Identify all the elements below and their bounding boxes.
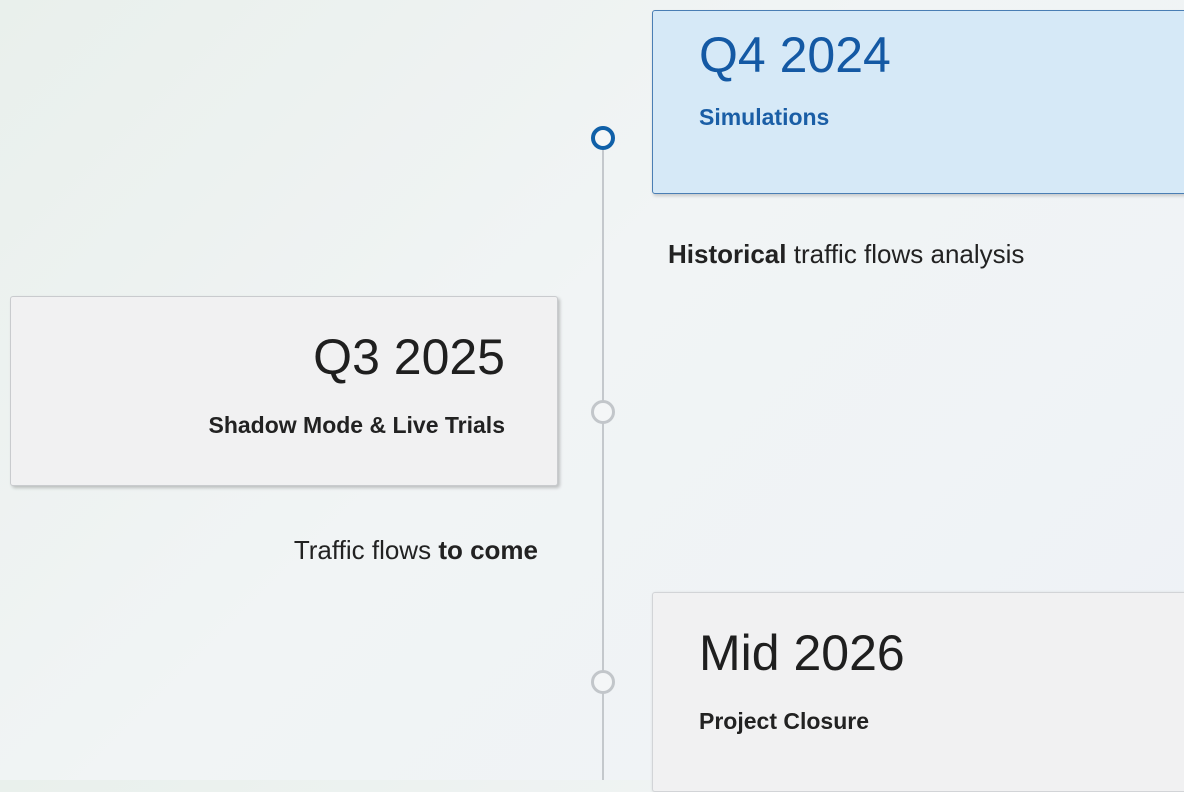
milestone-description-q4-2024: Historical traffic flows analysis	[668, 238, 1024, 270]
milestone-node-q4-2024	[591, 126, 615, 150]
milestone-card-q4-2024: Q4 2024 Simulations	[652, 10, 1184, 194]
milestone-title: Simulations	[699, 104, 830, 130]
milestone-card-q3-2025: Q3 2025 Shadow Mode & Live Trials	[10, 296, 558, 486]
description-text: Traffic flows	[293, 535, 439, 565]
milestone-title: Project Closure	[699, 708, 869, 734]
milestone-date: Q3 2025	[313, 329, 505, 385]
milestone-date: Mid 2026	[699, 625, 905, 681]
milestone-node-mid-2026	[591, 670, 615, 694]
milestone-node-q3-2025	[591, 400, 615, 424]
description-emphasis: to come	[438, 535, 538, 565]
description-text: traffic flows analysis	[786, 239, 1025, 269]
milestone-date: Q4 2024	[699, 27, 891, 83]
milestone-card-mid-2026: Mid 2026 Project Closure	[652, 592, 1184, 792]
milestone-description-q3-2025: Traffic flows to come	[294, 534, 538, 566]
milestone-title: Shadow Mode & Live Trials	[208, 412, 505, 438]
description-emphasis: Historical	[668, 239, 787, 269]
